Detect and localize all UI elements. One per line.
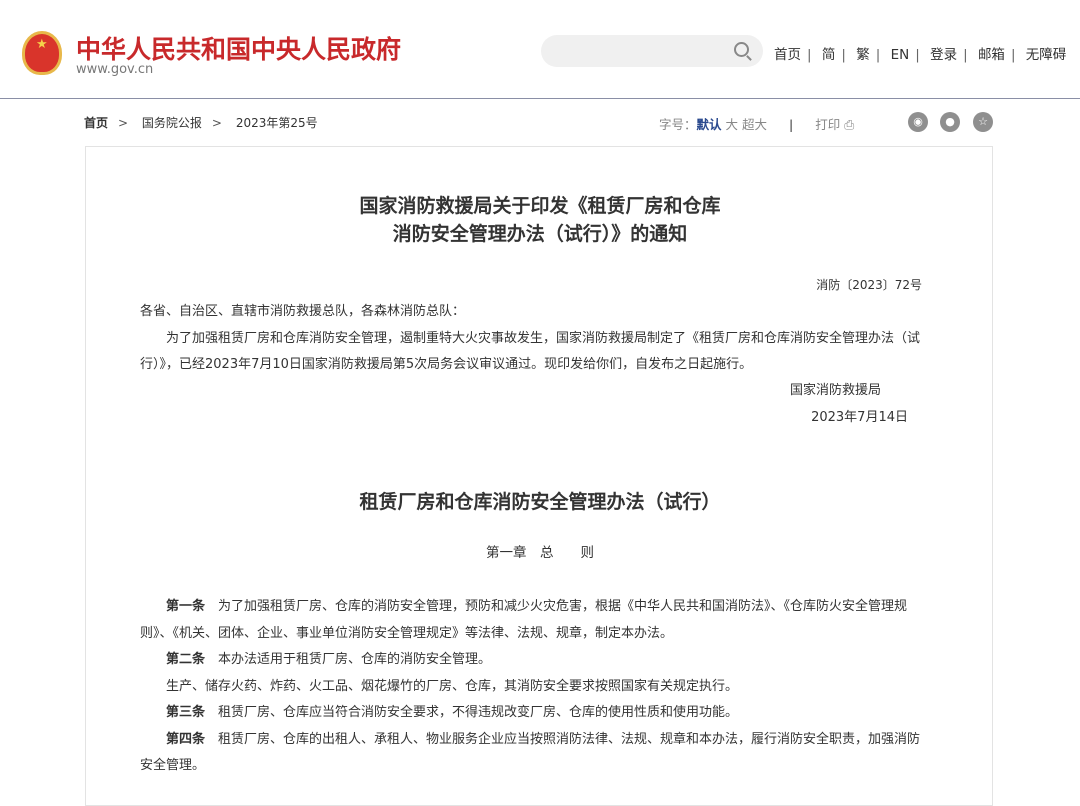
- chapter-heading: 第一章 总 则: [486, 545, 594, 561]
- nav-english[interactable]: EN: [891, 47, 910, 63]
- articles: 第一条 为了加强租赁厂房、仓库的消防安全管理，预防和减少火灾危害，根据《中华人民…: [140, 594, 932, 780]
- article-text: 本办法适用于租赁厂房、仓库的消防安全管理。: [218, 652, 492, 667]
- article-text: 为了加强租赁厂房、仓库的消防安全管理，预防和减少火灾危害，根据《中华人民共和国消…: [140, 599, 908, 641]
- article-text: 租赁厂房、仓库应当符合消防安全要求，不得违规改变厂房、仓库的使用性质和使用功能。: [218, 705, 739, 720]
- site-url: www.gov.cn: [76, 62, 154, 77]
- breadcrumb-issue[interactable]: 2023年第25号: [236, 116, 318, 130]
- print-button[interactable]: 打印: [815, 117, 840, 132]
- nav-login[interactable]: 登录: [930, 47, 957, 63]
- wechat-icon[interactable]: ●: [940, 112, 960, 132]
- nav-accessibility[interactable]: 无障碍: [1026, 47, 1067, 63]
- notice-body: 各省、自治区、直辖市消防救援总队，各森林消防总队： 为了加强租赁厂房和仓库消防安…: [140, 299, 932, 379]
- article-2: 第二条 本办法适用于租赁厂房、仓库的消防安全管理。: [140, 647, 932, 674]
- article-1: 第一条 为了加强租赁厂房、仓库的消防安全管理，预防和减少火灾危害，根据《中华人民…: [140, 594, 932, 647]
- article-2-clause: 生产、储存火药、炸药、火工品、烟花爆竹的厂房、仓库，其消防安全要求按照国家有关规…: [166, 678, 739, 694]
- article-3: 第三条 租赁厂房、仓库应当符合消防安全要求，不得违规改变厂房、仓库的使用性质和使…: [140, 700, 932, 727]
- weibo-icon[interactable]: ◉: [908, 112, 928, 132]
- nav-mail[interactable]: 邮箱: [978, 47, 1005, 63]
- article-label: 第三条: [166, 705, 206, 720]
- font-large-button[interactable]: 大: [726, 117, 739, 132]
- article-label: 第一条: [166, 599, 206, 614]
- font-size-label: 字号：: [659, 117, 697, 132]
- article-label: 第二条: [166, 652, 206, 667]
- nav-simplified[interactable]: 简: [822, 47, 836, 63]
- breadcrumb-home[interactable]: 首页: [84, 116, 108, 130]
- notice-title-line2: 消防安全管理办法（试行）》的通知: [392, 223, 688, 245]
- site-header: 中华人民共和国中央人民政府 www.gov.cn 首页| 简| 繁| EN| 登…: [0, 0, 1080, 99]
- notice-paragraph: 为了加强租赁厂房和仓库消防安全管理，遏制重特大火灾事故发生，国家消防救援局制定了…: [140, 330, 921, 373]
- search-input[interactable]: [541, 35, 763, 67]
- printer-icon[interactable]: ⎙: [844, 117, 854, 132]
- top-nav: 首页 | 简 | 繁 | EN | 登录 | 邮箱 | 无障碍: [774, 47, 1067, 63]
- national-emblem-icon[interactable]: [22, 31, 62, 75]
- nav-home[interactable]: 首页: [774, 47, 801, 63]
- search-icon[interactable]: [734, 42, 749, 57]
- measures-title: 租赁厂房和仓库消防安全管理办法（试行）: [359, 491, 721, 513]
- breadcrumb: 首页 > 国务院公报 > 2023年第25号: [84, 116, 318, 130]
- breadcrumb-gazette[interactable]: 国务院公报: [142, 116, 202, 130]
- article-tools: 字号：默认 大 超大 | 打印 ⎙: [659, 117, 855, 132]
- salutation: 各省、自治区、直辖市消防救援总队，各森林消防总队：: [140, 304, 466, 319]
- doc-number: 消防〔2023〕72号: [816, 278, 922, 292]
- signature: 国家消防救援局: [789, 383, 881, 398]
- site-title[interactable]: 中华人民共和国中央人民政府: [76, 30, 401, 66]
- font-default-button[interactable]: 默认: [697, 117, 722, 132]
- article-text: 租赁厂房、仓库的出租人、承租人、物业服务企业应当按照消防法律、法规、规章和本办法…: [140, 731, 921, 774]
- notice-date: 2023年7月14日: [811, 410, 908, 425]
- notice-title-line1: 国家消防救援局关于印发《租赁厂房和仓库: [359, 195, 721, 217]
- article-label: 第四条: [166, 731, 206, 747]
- favorite-star-icon[interactable]: ☆: [973, 112, 993, 132]
- article-4: 第四条 租赁厂房、仓库的出租人、承租人、物业服务企业应当按照消防法律、法规、规章…: [140, 727, 932, 780]
- font-xlarge-button[interactable]: 超大: [742, 117, 767, 132]
- nav-traditional[interactable]: 繁: [856, 47, 870, 63]
